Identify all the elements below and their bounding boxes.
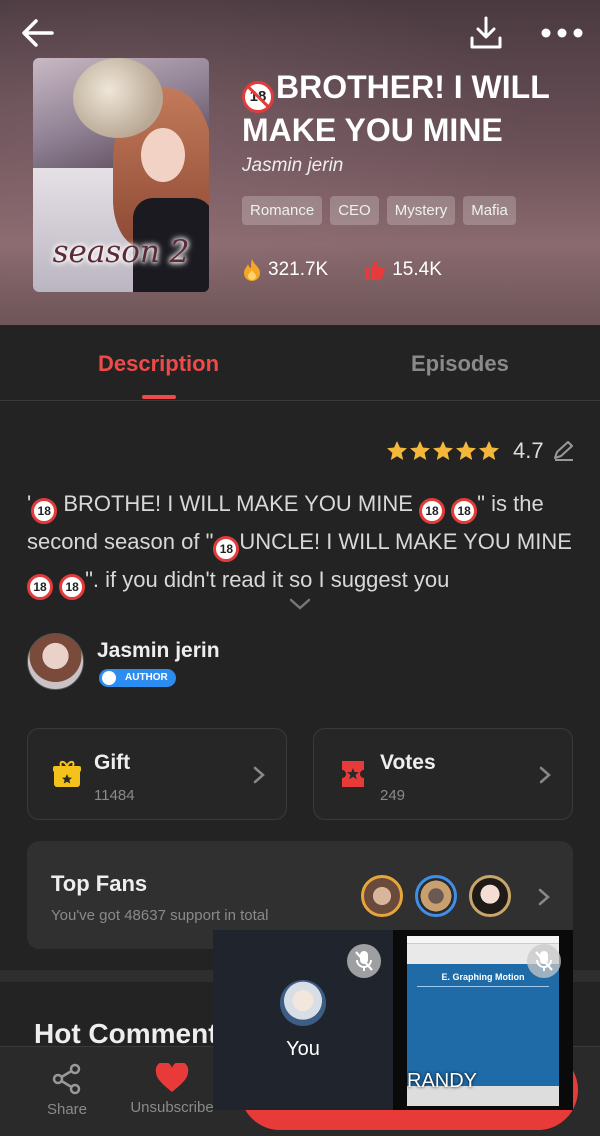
author-badge: AUTHOR — [99, 669, 176, 687]
votes-count: 249 — [380, 787, 406, 804]
book-title-text: BROTHER! I WILL MAKE YOU MINE — [242, 69, 550, 148]
book-title: 18 BROTHER! I WILL MAKE YOU MINE — [242, 70, 582, 147]
votes-card[interactable]: Votes 249 — [313, 728, 573, 820]
book-header: season 2 18 BROTHER! I WILL MAKE YOU MINE… — [0, 0, 600, 325]
unsubscribe-label: Unsubscribe — [130, 1099, 214, 1116]
book-stats: 321.7K 15.4K — [242, 258, 442, 282]
gift-label: Gift — [94, 751, 131, 774]
unsubscribe-button[interactable]: Unsubscribe — [124, 1063, 220, 1116]
fan-avatar[interactable] — [469, 875, 511, 917]
participant-name-you: You — [286, 1038, 320, 1060]
author-avatar[interactable] — [27, 633, 84, 690]
chevron-right-icon — [253, 766, 265, 784]
tab-description[interactable]: Description — [98, 351, 219, 377]
more-dots-icon — [541, 28, 583, 38]
participant-avatar — [280, 980, 326, 1026]
genre-tags: Romance CEO Mystery Mafia — [242, 196, 516, 225]
gift-card[interactable]: Gift 11484 — [27, 728, 287, 820]
tab-episodes[interactable]: Episodes — [411, 351, 509, 377]
download-icon — [470, 16, 502, 49]
description-text: ' 18 BROTHE! I WILL MAKE YOU MINE 18 18 " … — [27, 486, 577, 600]
content-tabs: Description Episodes — [0, 325, 600, 401]
participant-name-randy: RANDY — [407, 1070, 478, 1092]
likes-count: 15.4K — [392, 259, 442, 280]
book-author[interactable]: Jasmin jerin — [242, 155, 343, 177]
mic-muted-indicator — [347, 944, 381, 978]
share-label: Share — [46, 1101, 88, 1118]
expand-description-button[interactable] — [288, 596, 312, 612]
chevron-down-icon — [289, 598, 311, 610]
fan-avatar[interactable] — [361, 875, 403, 917]
video-call-overlay[interactable]: You E. Graphing Motion RANDY — [213, 930, 573, 1110]
download-button[interactable] — [466, 14, 506, 54]
more-options-button[interactable] — [538, 20, 586, 46]
votes-label: Votes — [380, 751, 436, 774]
age-restriction-icon: 18 — [242, 81, 274, 113]
thumbs-up-icon — [365, 261, 386, 280]
shared-slide: E. Graphing Motion — [407, 964, 559, 1086]
author-badge-icon — [102, 671, 116, 685]
share-button[interactable]: Share — [40, 1063, 94, 1118]
age-restriction-icon: 18 — [419, 498, 446, 524]
cover-season-text: season 2 — [52, 234, 190, 270]
age-restriction-icon: 18 — [31, 498, 58, 524]
rating-value: 4.7 — [513, 438, 544, 463]
age-restriction-icon: 18 — [59, 574, 86, 600]
edit-pencil-icon[interactable] — [551, 440, 577, 462]
age-restriction-icon: 18 — [27, 574, 53, 600]
gift-count: 11484 — [94, 787, 135, 804]
tag-romance[interactable]: Romance — [242, 196, 323, 225]
top-fans-subtitle: You've got 48637 support in total — [51, 907, 269, 924]
star-rating-icons — [387, 441, 499, 460]
likes-stat: 15.4K — [364, 258, 442, 282]
tag-mystery[interactable]: Mystery — [386, 196, 456, 225]
tag-ceo[interactable]: CEO — [330, 196, 379, 225]
fire-icon — [244, 259, 260, 281]
mic-off-icon — [535, 951, 553, 971]
views-count: 321.7K — [268, 259, 329, 280]
arrow-left-icon — [22, 19, 54, 47]
author-row[interactable]: Jasmin jerin AUTHOR — [27, 633, 567, 693]
rating[interactable]: 4.7 — [386, 438, 577, 464]
top-fans-title: Top Fans — [51, 871, 148, 896]
back-button[interactable] — [18, 14, 58, 54]
age-restriction-icon: 18 — [451, 498, 478, 524]
mic-off-icon — [355, 951, 373, 971]
mic-muted-indicator — [527, 944, 561, 978]
author-name[interactable]: Jasmin jerin — [97, 639, 220, 663]
chevron-right-icon — [538, 888, 550, 906]
age-restriction-icon: 18 — [213, 536, 240, 562]
ticket-icon — [342, 761, 364, 787]
tag-mafia[interactable]: Mafia — [463, 196, 516, 225]
fan-avatar[interactable] — [415, 875, 457, 917]
chevron-right-icon — [539, 766, 551, 784]
gift-icon — [53, 760, 81, 787]
active-tab-indicator — [142, 395, 176, 399]
heart-icon — [155, 1063, 189, 1092]
book-cover[interactable]: season 2 — [33, 58, 209, 292]
views-stat: 321.7K — [242, 258, 328, 282]
share-icon — [52, 1063, 81, 1095]
